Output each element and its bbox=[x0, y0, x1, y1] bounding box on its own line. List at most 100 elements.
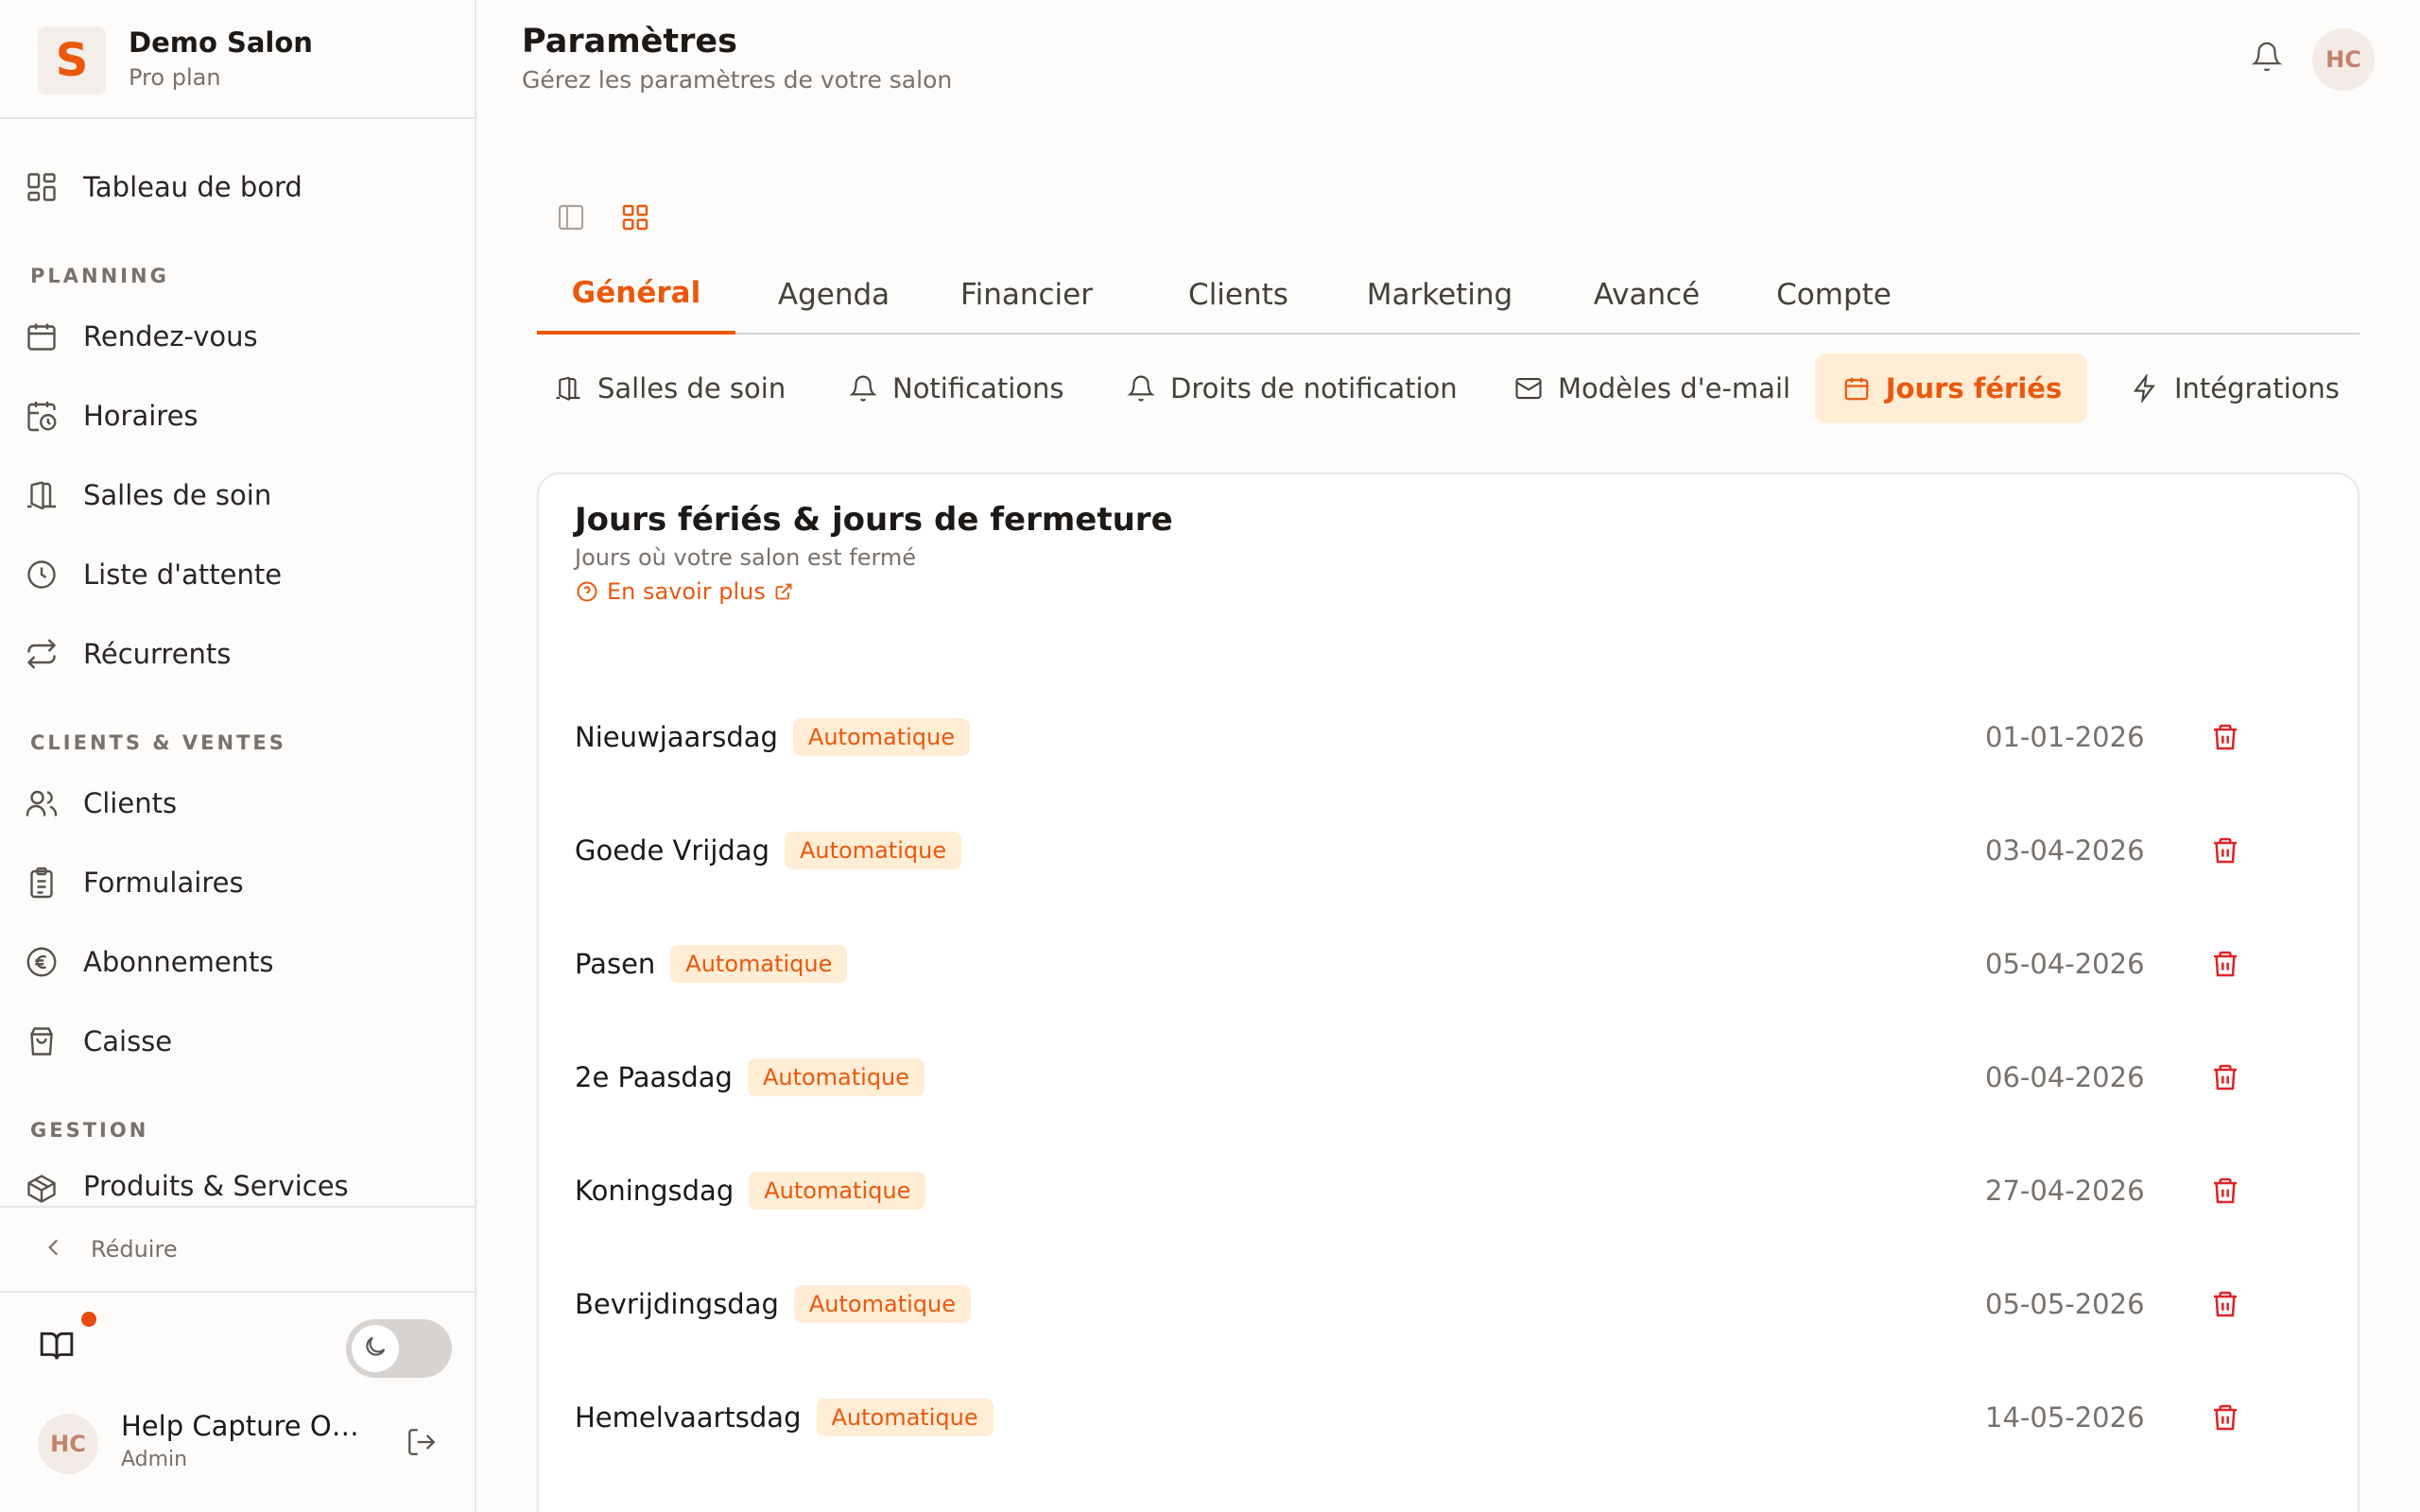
subtab-treatment-rooms[interactable]: Salles de soin bbox=[537, 353, 801, 423]
tab-general[interactable]: Général bbox=[537, 255, 735, 335]
holiday-badge: Automatique bbox=[670, 945, 848, 983]
delete-holiday-button[interactable] bbox=[2206, 945, 2244, 983]
brand-name: Demo Salon bbox=[129, 26, 313, 59]
delete-holiday-button[interactable] bbox=[2206, 1399, 2244, 1436]
toggle-knob bbox=[352, 1325, 399, 1372]
holiday-name: Pasen bbox=[575, 948, 656, 980]
sidebar-item-recurring[interactable]: Récurrents bbox=[23, 624, 458, 684]
page-title: Paramètres bbox=[522, 23, 737, 60]
holiday-row: Goede Vrijdag Automatique 03-04-2026 bbox=[575, 813, 2324, 888]
sidebar-item-label: Formulaires bbox=[83, 867, 244, 899]
repeat-icon bbox=[23, 635, 60, 673]
sidebar-item-label: Clients bbox=[83, 787, 178, 819]
trash-icon bbox=[2214, 1291, 2237, 1317]
holiday-row: Bevrijdingsdag Automatique 05-05-2026 bbox=[575, 1266, 2324, 1342]
bell-icon bbox=[847, 372, 879, 404]
delete-holiday-button[interactable] bbox=[2206, 832, 2244, 869]
panel-left-icon bbox=[556, 202, 586, 236]
grid-layout-button[interactable] bbox=[616, 200, 654, 238]
tab-financial[interactable]: Financier bbox=[936, 255, 1117, 335]
holiday-badge: Automatique bbox=[785, 832, 962, 869]
subtab-label: Intégrations bbox=[2174, 372, 2340, 404]
holiday-date: 14-05-2026 bbox=[1985, 1401, 2145, 1434]
book-open-icon bbox=[39, 1328, 75, 1367]
subtab-integrations[interactable]: Intégrations bbox=[2114, 353, 2355, 423]
dashboard-icon bbox=[23, 168, 60, 206]
brand-logo: S bbox=[38, 26, 106, 94]
collapse-sidebar-button[interactable]: Réduire bbox=[0, 1206, 475, 1293]
sidebar-item-forms[interactable]: Formulaires bbox=[23, 852, 458, 913]
delete-holiday-button[interactable] bbox=[2206, 1058, 2244, 1096]
tab-account[interactable]: Compte bbox=[1749, 255, 1919, 335]
docs-button[interactable] bbox=[36, 1327, 78, 1368]
chevron-left-icon bbox=[42, 1235, 66, 1263]
learn-more-link[interactable]: En savoir plus bbox=[575, 578, 794, 605]
brand-logo-letter: S bbox=[55, 34, 89, 87]
subtab-email-templates[interactable]: Modèles d'e-mail bbox=[1497, 353, 1806, 423]
logout-button[interactable] bbox=[401, 1423, 442, 1465]
card-title: Jours fériés & jours de fermeture bbox=[575, 501, 1173, 539]
subtab-label: Modèles d'e-mail bbox=[1558, 372, 1791, 404]
holiday-row: Koningsdag Automatique 27-04-2026 bbox=[575, 1153, 2324, 1228]
sidebar-item-label: Tableau de bord bbox=[83, 171, 302, 203]
notifications-button[interactable] bbox=[2246, 38, 2288, 79]
holiday-badge: Automatique bbox=[793, 1285, 971, 1323]
trash-icon bbox=[2214, 837, 2237, 864]
tab-agenda[interactable]: Agenda bbox=[751, 255, 917, 335]
subtab-notification-rights[interactable]: Droits de notification bbox=[1110, 353, 1473, 423]
sidebar-item-subscriptions[interactable]: Abonnements bbox=[23, 932, 458, 992]
sidebar-item-treatment-rooms[interactable]: Salles de soin bbox=[23, 465, 458, 525]
holiday-date: 05-04-2026 bbox=[1985, 948, 2145, 980]
brand-header[interactable]: S Demo Salon Pro plan bbox=[0, 0, 475, 119]
dark-mode-toggle[interactable] bbox=[346, 1319, 452, 1378]
holiday-badge: Automatique bbox=[816, 1399, 994, 1436]
holiday-name: Hemelvaartsdag bbox=[575, 1401, 802, 1434]
holiday-name: Nieuwjaarsdag bbox=[575, 721, 778, 753]
settings-tabs: Général Agenda Financier Clients Marketi… bbox=[537, 255, 2360, 335]
sidebar-item-dashboard[interactable]: Tableau de bord bbox=[23, 157, 458, 217]
delete-holiday-button[interactable] bbox=[2206, 718, 2244, 756]
tab-clients[interactable]: Clients bbox=[1161, 255, 1316, 335]
trash-icon bbox=[2214, 1064, 2237, 1091]
holiday-date: 05-05-2026 bbox=[1985, 1288, 2145, 1320]
holiday-date: 03-04-2026 bbox=[1985, 834, 2145, 867]
tab-marketing[interactable]: Marketing bbox=[1339, 255, 1541, 335]
holiday-name: Koningsdag bbox=[575, 1175, 735, 1207]
clipboard-list-icon bbox=[23, 864, 60, 902]
bell-icon bbox=[1125, 372, 1157, 404]
subtab-label: Jours fériés bbox=[1885, 372, 2063, 404]
sidebar-item-hours[interactable]: Horaires bbox=[23, 386, 458, 446]
notification-dot bbox=[81, 1312, 96, 1327]
sidebar-item-waitlist[interactable]: Liste d'attente bbox=[23, 544, 458, 605]
sidebar-item-products-services[interactable]: Produits & Services bbox=[23, 1160, 458, 1204]
tab-advanced[interactable]: Avancé bbox=[1571, 255, 1722, 335]
brand-plan: Pro plan bbox=[129, 64, 221, 91]
help-circle-icon bbox=[575, 579, 599, 604]
section-label-planning: PLANNING bbox=[30, 265, 169, 287]
sidebar-item-register[interactable]: Caisse bbox=[23, 1011, 458, 1072]
door-icon bbox=[23, 476, 60, 514]
subtab-holidays[interactable]: Jours fériés bbox=[1815, 353, 2087, 423]
delete-holiday-button[interactable] bbox=[2206, 1285, 2244, 1323]
sidebar-item-appointments[interactable]: Rendez-vous bbox=[23, 306, 458, 367]
trash-icon bbox=[2214, 1177, 2237, 1204]
sidebar-item-label: Récurrents bbox=[83, 638, 232, 670]
calendar-clock-icon bbox=[23, 397, 60, 435]
sidebar-layout-button[interactable] bbox=[552, 200, 590, 238]
euro-badge-icon bbox=[23, 943, 60, 981]
package-icon bbox=[23, 1170, 60, 1204]
sidebar-item-clients[interactable]: Clients bbox=[23, 773, 458, 833]
delete-holiday-button[interactable] bbox=[2206, 1172, 2244, 1210]
subtab-notifications[interactable]: Notifications bbox=[832, 353, 1080, 423]
sidebar-item-label: Horaires bbox=[83, 400, 199, 432]
sidebar-item-label: Rendez-vous bbox=[83, 320, 258, 352]
holiday-badge: Automatique bbox=[749, 1172, 926, 1210]
collapse-label: Réduire bbox=[91, 1236, 178, 1263]
section-label-clients-sales: CLIENTS & VENTES bbox=[30, 731, 286, 754]
holiday-row: Hemelvaartsdag Automatique 14-05-2026 bbox=[575, 1380, 2324, 1455]
holiday-row: 2e Paasdag Automatique 06-04-2026 bbox=[575, 1040, 2324, 1115]
header-avatar[interactable]: HC bbox=[2312, 28, 2375, 91]
holiday-date: 27-04-2026 bbox=[1985, 1175, 2145, 1207]
user-avatar[interactable]: HC bbox=[38, 1414, 98, 1474]
user-role: Admin bbox=[121, 1448, 188, 1471]
